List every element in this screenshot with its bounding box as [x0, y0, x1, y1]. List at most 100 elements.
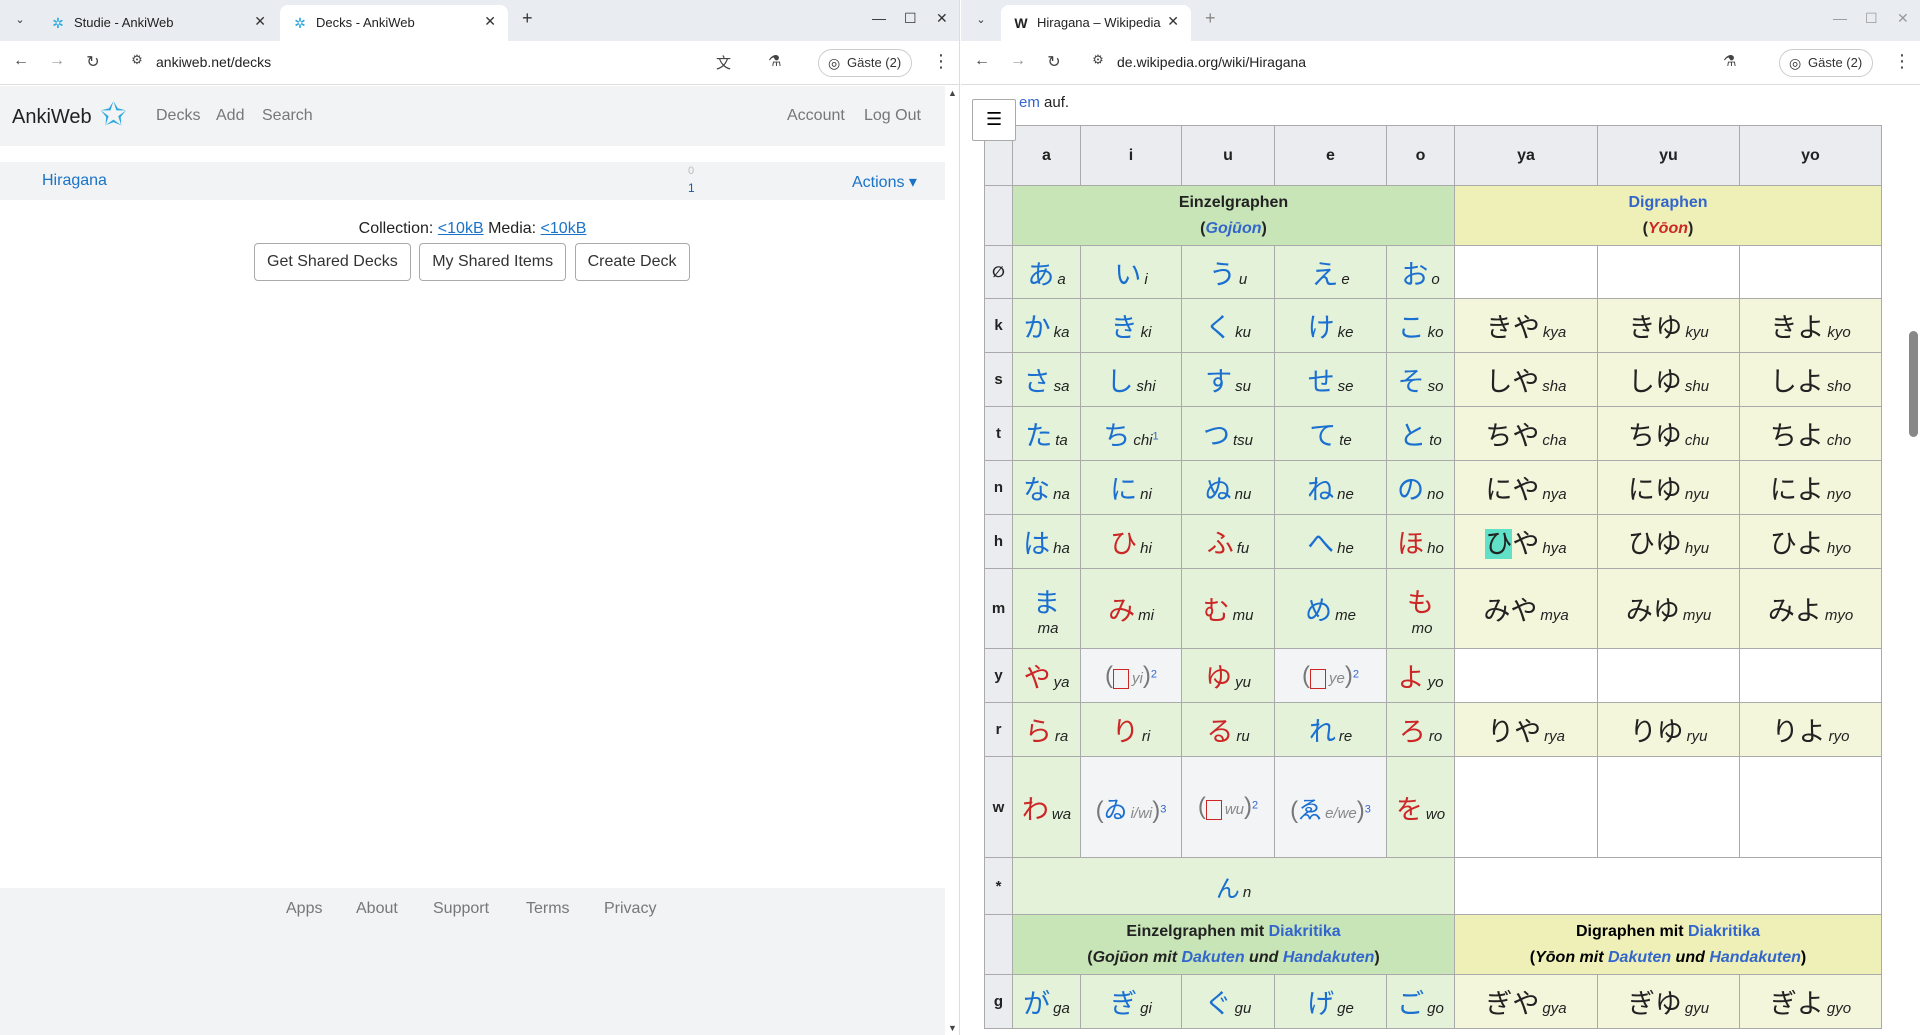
- kana-cell-se[interactable]: せ se: [1274, 352, 1387, 407]
- nav-add[interactable]: Add: [216, 107, 244, 125]
- tab-studie[interactable]: ✲ Studie - AnkiWeb ✕: [38, 5, 278, 41]
- tab-decks[interactable]: ✲ Decks - AnkiWeb ✕: [280, 5, 508, 41]
- digraphen-link[interactable]: Digraphen: [1628, 194, 1707, 211]
- kana-cell-ryo[interactable]: りよ ryo: [1739, 702, 1882, 757]
- footer-terms[interactable]: Terms: [526, 900, 570, 918]
- kana-cell-gyo[interactable]: ぎよ gyo: [1739, 974, 1882, 1029]
- kana-cell-ro[interactable]: ろ ro: [1386, 702, 1455, 757]
- profile-button[interactable]: ◎ Gäste (2): [1779, 49, 1874, 77]
- kana-cell-n[interactable]: んn: [1012, 857, 1455, 915]
- nav-account[interactable]: Account: [787, 107, 845, 125]
- kana-cell-o[interactable]: おo: [1386, 245, 1455, 299]
- kana-cell-gi[interactable]: ぎ gi: [1080, 974, 1182, 1029]
- kana-cell-re[interactable]: れ re: [1274, 702, 1387, 757]
- close-tab-icon[interactable]: ✕: [1167, 13, 1179, 30]
- page-scrollbar[interactable]: [1906, 86, 1920, 1035]
- kana-cell-so[interactable]: そ so: [1386, 352, 1455, 407]
- new-tab-icon[interactable]: +: [522, 8, 533, 29]
- scroll-up-icon[interactable]: ▲: [948, 88, 957, 98]
- scrollbar-thumb[interactable]: [1909, 331, 1918, 437]
- kana-cell-myo[interactable]: みよ myo: [1739, 568, 1882, 649]
- kana-cell-hi[interactable]: ひ hi: [1080, 514, 1182, 569]
- create-deck-button[interactable]: Create Deck: [574, 243, 690, 281]
- footer-privacy[interactable]: Privacy: [604, 900, 656, 918]
- kana-cell-i[interactable]: いi: [1080, 245, 1182, 299]
- kana-cell-na[interactable]: な na: [1012, 460, 1081, 515]
- scroll-down-icon[interactable]: ▼: [948, 1023, 957, 1033]
- back-icon[interactable]: ←: [10, 52, 32, 70]
- nav-logout[interactable]: Log Out: [864, 107, 921, 125]
- kana-cell-gyu[interactable]: ぎゆ gyu: [1597, 974, 1740, 1029]
- kana-cell-cho[interactable]: ちよ cho: [1739, 406, 1882, 461]
- kana-cell-u[interactable]: うu: [1181, 245, 1275, 299]
- yoon-link[interactable]: Yōon: [1648, 220, 1688, 237]
- kana-cell-ra[interactable]: ら ra: [1012, 702, 1081, 757]
- kana-cell-ne[interactable]: ね ne: [1274, 460, 1387, 515]
- kana-cell-sha[interactable]: しや sha: [1454, 352, 1598, 407]
- kana-cell-gu[interactable]: ぐ gu: [1181, 974, 1275, 1029]
- kana-cell-hyu[interactable]: ひゆ hyu: [1597, 514, 1740, 569]
- kana-cell-te[interactable]: て te: [1274, 406, 1387, 461]
- kana-cell-go[interactable]: ご go: [1386, 974, 1455, 1029]
- address-bar[interactable]: ankiweb.net/decks: [156, 54, 271, 70]
- kana-cell-nyo[interactable]: によ nyo: [1739, 460, 1882, 515]
- maximize-icon[interactable]: ☐: [904, 10, 917, 27]
- ankiweb-logo-text[interactable]: AnkiWeb: [12, 106, 92, 129]
- kana-cell-rya[interactable]: りや rya: [1454, 702, 1598, 757]
- kana-cell-hya[interactable]: ひや hya: [1454, 514, 1598, 569]
- kana-cell-gya[interactable]: ぎや gya: [1454, 974, 1598, 1029]
- kana-cell-ko[interactable]: こ ko: [1386, 298, 1455, 353]
- reload-icon[interactable]: ↻: [1043, 52, 1065, 72]
- kana-cell-nyu[interactable]: にゆ nyu: [1597, 460, 1740, 515]
- handakuten-link[interactable]: Handakuten: [1283, 949, 1375, 966]
- deck-actions-dropdown[interactable]: Actions ▾: [852, 172, 917, 192]
- kana-cell-mo[interactable]: も mo: [1386, 568, 1455, 649]
- kana-cell-nya[interactable]: にや nya: [1454, 460, 1598, 515]
- preceding-link[interactable]: em: [1019, 94, 1040, 111]
- handakuten-link[interactable]: Handakuten: [1709, 949, 1801, 966]
- tab-hiragana[interactable]: W Hiragana – Wikipedia ✕: [1001, 5, 1191, 41]
- dakuten-link[interactable]: Dakuten: [1608, 949, 1671, 966]
- kana-cell-hyo[interactable]: ひよ hyo: [1739, 514, 1882, 569]
- my-shared-items-button[interactable]: My Shared Items: [419, 243, 567, 281]
- kana-cell-ma[interactable]: ま ma: [1012, 568, 1081, 649]
- kana-cell-shu[interactable]: しゆ shu: [1597, 352, 1740, 407]
- kana-cell-ya[interactable]: や ya: [1012, 648, 1081, 703]
- kana-cell-ku[interactable]: く ku: [1181, 298, 1275, 353]
- menu-icon[interactable]: ⋮: [1893, 51, 1911, 72]
- kana-cell-shi[interactable]: し shi: [1080, 352, 1182, 407]
- kana-cell-ryu[interactable]: りゆ ryu: [1597, 702, 1740, 757]
- kana-cell-he[interactable]: へ he: [1274, 514, 1387, 569]
- diakritika-link[interactable]: Diakritika: [1269, 923, 1341, 940]
- kana-cell-ri[interactable]: り ri: [1080, 702, 1182, 757]
- kana-cell-kyo[interactable]: きよ kyo: [1739, 298, 1882, 353]
- footer-support[interactable]: Support: [433, 900, 489, 918]
- kana-cell-ga[interactable]: が ga: [1012, 974, 1081, 1029]
- labs-flask-icon[interactable]: ⚗: [1723, 52, 1736, 70]
- diakritika-link[interactable]: Diakritika: [1688, 923, 1760, 940]
- kana-cell-fu[interactable]: ふ fu: [1181, 514, 1275, 569]
- kana-cell-su[interactable]: す su: [1181, 352, 1275, 407]
- footer-about[interactable]: About: [356, 900, 398, 918]
- tab-search-icon[interactable]: ⌄: [9, 9, 31, 31]
- kana-cell-ho[interactable]: ほ ho: [1386, 514, 1455, 569]
- kana-cell-chu[interactable]: ちゆ chu: [1597, 406, 1740, 461]
- kana-cell-wa[interactable]: わ wa: [1012, 756, 1081, 858]
- kana-cell-nu[interactable]: ぬ nu: [1181, 460, 1275, 515]
- minimize-icon[interactable]: —: [1833, 10, 1847, 26]
- kana-cell-chi[interactable]: ち chi1: [1080, 406, 1182, 461]
- new-tab-icon[interactable]: +: [1205, 8, 1216, 29]
- media-size-link[interactable]: <10kB: [541, 220, 587, 237]
- window-close-icon[interactable]: ✕: [1897, 10, 1909, 27]
- toc-button[interactable]: ☰: [972, 99, 1016, 141]
- close-tab-icon[interactable]: ✕: [254, 13, 266, 30]
- kana-cell-a[interactable]: あa: [1012, 245, 1081, 299]
- kana-cell-wo[interactable]: を wo: [1386, 756, 1455, 858]
- gojuon-link[interactable]: Gojūon: [1206, 220, 1262, 237]
- tab-search-icon[interactable]: ⌄: [970, 9, 992, 31]
- get-shared-decks-button[interactable]: Get Shared Decks: [254, 243, 411, 281]
- kana-cell-tsu[interactable]: つ tsu: [1181, 406, 1275, 461]
- page-scrollbar[interactable]: ▲ ▼: [945, 86, 959, 1035]
- kana-cell-ta[interactable]: た ta: [1012, 406, 1081, 461]
- kana-cell-ni[interactable]: に ni: [1080, 460, 1182, 515]
